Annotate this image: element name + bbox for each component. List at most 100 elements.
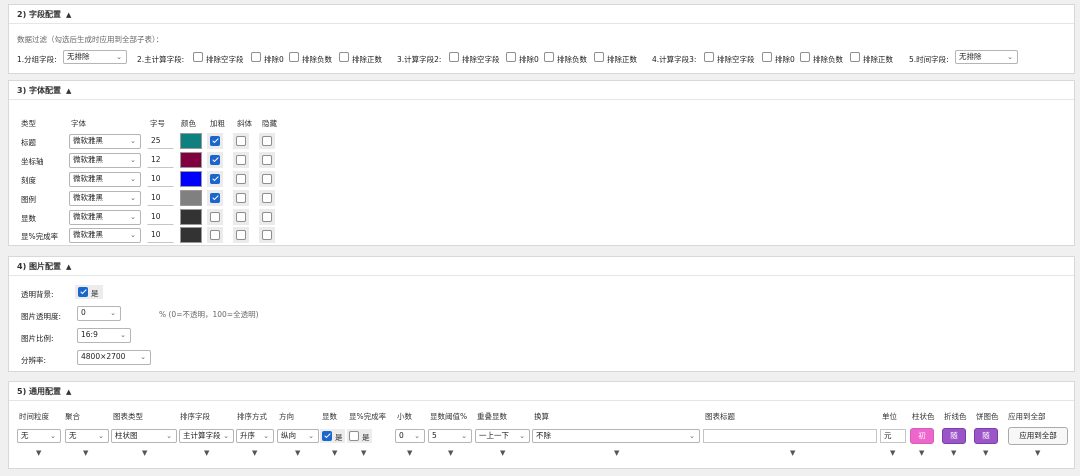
font-color-swatch[interactable] [180,171,202,187]
expand-down-icon[interactable]: ▼ [1035,449,1040,457]
calc1-exclude-empty-checkbox[interactable] [193,52,203,62]
expand-down-icon[interactable]: ▼ [83,449,88,457]
bar-color-button[interactable]: 初 [910,428,934,444]
font-family-select[interactable]: 微软雅黑 ⌄ [69,191,141,206]
expand-down-icon[interactable]: ▼ [790,449,795,457]
font-family-select[interactable]: 微软雅黑 ⌄ [69,153,141,168]
font-family-select[interactable]: 微软雅黑 ⌄ [69,172,141,187]
hide-checkbox[interactable] [262,212,272,222]
bold-checkbox[interactable] [210,136,220,146]
italic-checkbox[interactable] [236,193,246,203]
font-size-input[interactable]: 10 [147,191,174,206]
expand-down-icon[interactable]: ▼ [919,449,924,457]
chevron-down-icon: ⌄ [130,194,136,202]
line-color-button[interactable]: 随 [942,428,966,444]
convert-select[interactable]: 不除 ⌄ [532,429,700,443]
overlap-select[interactable]: 一上一下 ⌄ [475,429,530,443]
expand-down-icon[interactable]: ▼ [295,449,300,457]
hide-checkbox[interactable] [262,155,272,165]
calc3-exclude-empty-checkbox[interactable] [704,52,714,62]
expand-down-icon[interactable]: ▼ [142,449,147,457]
col-show-pct: 显%完成率 [349,412,387,421]
font-color-swatch[interactable] [180,152,202,168]
hide-checkbox[interactable] [262,230,272,240]
calc1-exclude-negative-checkbox[interactable] [289,52,299,62]
font-color-swatch[interactable] [180,209,202,225]
font-color-swatch[interactable] [180,133,202,149]
italic-checkbox[interactable] [236,174,246,184]
resolution-select[interactable]: 4800×2700 ⌄ [77,350,151,365]
font-size-input[interactable]: 10 [147,228,174,243]
show-num-checkbox[interactable] [322,431,332,441]
expand-down-icon[interactable]: ▼ [448,449,453,457]
expand-down-icon[interactable]: ▼ [614,449,619,457]
bold-checkbox[interactable] [210,212,220,222]
calc2-exclude-zero-checkbox[interactable] [506,52,516,62]
bold-checkbox[interactable] [210,193,220,203]
collapse-icon[interactable]: ▲ [66,87,71,95]
expand-down-icon[interactable]: ▼ [951,449,956,457]
font-family-select[interactable]: 微软雅黑 ⌄ [69,134,141,149]
expand-down-icon[interactable]: ▼ [204,449,209,457]
threshold-select[interactable]: 5 ⌄ [428,429,472,443]
sort-field-select[interactable]: 主计算字段 ⌄ [179,429,234,443]
bold-checkbox[interactable] [210,155,220,165]
expand-down-icon[interactable]: ▼ [890,449,895,457]
general-config-header[interactable]: 5) 通用配置 ▲ [9,382,1074,401]
font-family-select[interactable]: 微软雅黑 ⌄ [69,210,141,225]
collapse-icon[interactable]: ▲ [66,263,71,271]
font-color-swatch[interactable] [180,190,202,206]
expand-down-icon[interactable]: ▼ [332,449,337,457]
italic-checkbox[interactable] [236,212,246,222]
calc3-exclude-negative-checkbox[interactable] [800,52,810,62]
transparent-bg-checkbox[interactable] [78,287,88,297]
calc1-exclude-positive-checkbox[interactable] [339,52,349,62]
granularity-select[interactable]: 无 ⌄ [17,429,61,443]
hide-checkbox[interactable] [262,174,272,184]
collapse-icon[interactable]: ▲ [66,388,71,396]
hide-checkbox[interactable] [262,193,272,203]
expand-down-icon[interactable]: ▼ [500,449,505,457]
expand-down-icon[interactable]: ▼ [361,449,366,457]
chart-type-select[interactable]: 柱状图 ⌄ [111,429,177,443]
calc2-exclude-negative-checkbox[interactable] [544,52,554,62]
expand-down-icon[interactable]: ▼ [983,449,988,457]
font-size-input[interactable]: 25 [147,134,174,149]
calc3-exclude-positive-checkbox[interactable] [850,52,860,62]
expand-down-icon[interactable]: ▼ [36,449,41,457]
chart-title-input[interactable] [703,429,877,443]
calc1-exclude-zero-checkbox[interactable] [251,52,261,62]
font-size-input[interactable]: 10 [147,210,174,225]
italic-checkbox[interactable] [236,136,246,146]
apply-all-button[interactable]: 应用到全部 [1008,427,1068,445]
calc3-exclude-zero-checkbox[interactable] [762,52,772,62]
hide-checkbox[interactable] [262,136,272,146]
font-family-select[interactable]: 微软雅黑 ⌄ [69,228,141,243]
bold-checkbox[interactable] [210,174,220,184]
collapse-icon[interactable]: ▲ [66,11,71,19]
bold-checkbox[interactable] [210,230,220,240]
time-field-select[interactable]: 无排除 ⌄ [955,50,1018,64]
group-field-select[interactable]: 无排除 ⌄ [63,50,127,64]
expand-down-icon[interactable]: ▼ [407,449,412,457]
unit-input[interactable]: 元 [880,429,906,443]
pie-color-button[interactable]: 随 [974,428,998,444]
opacity-select[interactable]: 0 ⌄ [77,306,121,321]
decimals-select[interactable]: 0 ⌄ [395,429,425,443]
ratio-select[interactable]: 16:9 ⌄ [77,328,131,343]
italic-checkbox[interactable] [236,230,246,240]
italic-checkbox[interactable] [236,155,246,165]
font-config-header[interactable]: 3) 字体配置 ▲ [9,81,1074,100]
image-config-header[interactable]: 4) 图片配置 ▲ [9,257,1074,276]
font-color-swatch[interactable] [180,227,202,243]
sort-order-select[interactable]: 升序 ⌄ [236,429,274,443]
field-config-header[interactable]: 2) 字段配置 ▲ [9,5,1074,24]
calc2-exclude-empty-checkbox[interactable] [449,52,459,62]
font-size-input[interactable]: 10 [147,172,174,187]
aggregate-select[interactable]: 无 ⌄ [65,429,109,443]
show-pct-checkbox[interactable] [349,431,359,441]
expand-down-icon[interactable]: ▼ [252,449,257,457]
direction-select[interactable]: 纵向 ⌄ [277,429,319,443]
font-size-input[interactable]: 12 [147,153,174,168]
calc2-exclude-positive-checkbox[interactable] [594,52,604,62]
